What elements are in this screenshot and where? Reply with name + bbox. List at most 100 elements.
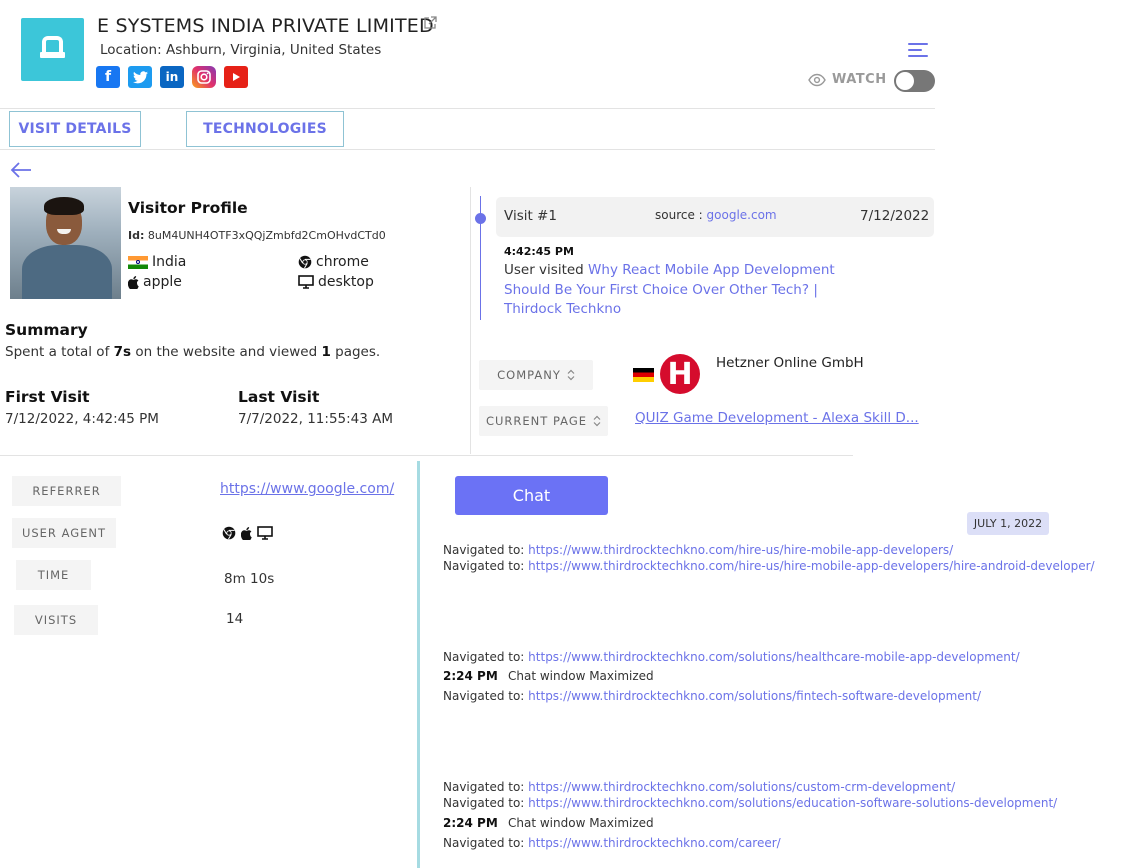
current-page-label-pill[interactable]: CURRENT PAGE xyxy=(479,406,608,436)
log-url[interactable]: https://www.thirdrocktechkno.com/career/ xyxy=(528,836,781,850)
time-label: TIME xyxy=(16,560,91,590)
visit-source: source : google.com xyxy=(655,208,777,222)
divider xyxy=(0,455,853,456)
back-arrow-icon[interactable] xyxy=(10,161,32,179)
company-label: COMPANY xyxy=(497,368,561,382)
twitter-icon[interactable] xyxy=(128,66,152,88)
summary-text-post: pages. xyxy=(330,344,381,360)
event-time: 2:24 PM xyxy=(443,816,498,830)
company-name: E SYSTEMS INDIA PRIVATE LIMITED xyxy=(97,15,434,37)
linkedin-icon[interactable]: in xyxy=(160,66,184,88)
location-label: Location: xyxy=(100,42,162,58)
visitor-id-label: Id: xyxy=(128,229,145,242)
log-entry: Navigated to: https://www.thirdrocktechk… xyxy=(443,559,1095,573)
visitor-os: apple xyxy=(128,274,182,290)
watch-toggle[interactable] xyxy=(894,70,935,92)
sort-icon xyxy=(593,415,601,427)
visit-time: 4:42:45 PM xyxy=(504,245,574,258)
log-url[interactable]: https://www.thirdrocktechkno.com/solutio… xyxy=(528,689,981,703)
divider xyxy=(0,108,935,109)
event-text: Chat window Maximized xyxy=(508,669,654,683)
location: Location: Ashburn, Virginia, United Stat… xyxy=(100,42,381,58)
summary-text: Spent a total of 7s on the website and v… xyxy=(5,344,380,360)
company-label-pill[interactable]: COMPANY xyxy=(479,360,593,390)
divider xyxy=(470,187,471,454)
location-value: Ashburn, Virginia, United States xyxy=(165,42,382,58)
current-page-link[interactable]: QUIZ Game Development - Alexa Skill D... xyxy=(635,410,919,426)
nav-label: Navigated to: xyxy=(443,650,529,664)
country-label: India xyxy=(152,254,187,270)
summary-pages: 1 xyxy=(321,344,331,360)
menu-icon[interactable] xyxy=(908,43,928,59)
chrome-icon xyxy=(298,255,312,269)
visit-description: User visited Why React Mobile App Develo… xyxy=(504,261,844,320)
toggle-knob xyxy=(896,72,914,90)
summary-text-mid: on the website and viewed xyxy=(131,344,322,360)
summary-time: 7s xyxy=(113,344,132,360)
referrer-link[interactable]: https://www.google.com/ xyxy=(220,481,394,497)
device-label: desktop xyxy=(318,274,374,290)
section-divider xyxy=(417,461,420,868)
instagram-icon[interactable] xyxy=(192,66,216,88)
youtube-icon[interactable] xyxy=(224,66,248,88)
log-url[interactable]: https://www.thirdrocktechkno.com/hire-us… xyxy=(528,543,953,557)
event-time: 2:24 PM xyxy=(443,669,498,683)
referrer-label: REFERRER xyxy=(12,476,121,506)
desktop-icon xyxy=(257,526,273,540)
nav-label: Navigated to: xyxy=(443,836,529,850)
log-entry: Navigated to: https://www.thirdrocktechk… xyxy=(443,836,781,850)
tab-visit-details[interactable]: VISIT DETAILS xyxy=(9,111,141,147)
log-url[interactable]: https://www.thirdrocktechkno.com/solutio… xyxy=(528,780,955,794)
nav-label: Navigated to: xyxy=(443,689,529,703)
apple-icon xyxy=(241,526,252,540)
log-url[interactable]: https://www.thirdrocktechkno.com/hire-us… xyxy=(528,559,1094,573)
log-url[interactable]: https://www.thirdrocktechkno.com/solutio… xyxy=(528,796,1057,810)
log-entry: Navigated to: https://www.thirdrocktechk… xyxy=(443,650,1020,664)
date-badge: JULY 1, 2022 xyxy=(967,512,1049,535)
visitor-browser: chrome xyxy=(298,254,369,270)
visitor-id: Id: 8uM4UNH4OTF3xQQjZmbfd2CmOHvdCTd0 xyxy=(128,229,386,242)
first-visit-title: First Visit xyxy=(5,388,90,406)
log-entry: Navigated to: https://www.thirdrocktechk… xyxy=(443,689,981,703)
last-visit-value: 7/7/2022, 11:55:43 AM xyxy=(238,411,394,427)
log-entry: Navigated to: https://www.thirdrocktechk… xyxy=(443,543,953,557)
facebook-icon[interactable]: f xyxy=(96,66,120,88)
chat-button[interactable]: Chat xyxy=(455,476,608,515)
apple-icon xyxy=(128,275,139,289)
log-entry: Navigated to: https://www.thirdrocktechk… xyxy=(443,796,1057,810)
tab-technologies[interactable]: TECHNOLOGIES xyxy=(186,111,344,147)
nav-label: Navigated to: xyxy=(443,559,529,573)
visitor-id-value: 8uM4UNH4OTF3xQQjZmbfd2CmOHvdCTd0 xyxy=(147,229,386,242)
first-visit-value: 7/12/2022, 4:42:45 PM xyxy=(5,411,159,427)
divider xyxy=(0,149,935,150)
browser-label: chrome xyxy=(316,254,369,270)
current-page-label: CURRENT PAGE xyxy=(485,414,588,428)
hetzner-logo: H xyxy=(660,354,700,394)
visitor-photo xyxy=(10,187,121,299)
eye-icon xyxy=(808,73,826,86)
os-label: apple xyxy=(143,274,182,290)
germany-flag-icon xyxy=(633,368,654,382)
timeline-dot xyxy=(475,213,486,224)
visitor-country: India xyxy=(128,254,186,270)
user-agent-icons xyxy=(222,526,273,540)
watch-control: WATCH xyxy=(808,72,887,87)
summary-title: Summary xyxy=(5,321,88,339)
desktop-icon xyxy=(298,275,314,289)
sort-icon xyxy=(567,369,575,381)
company-logo xyxy=(21,18,84,81)
external-link-icon[interactable] xyxy=(423,16,437,30)
log-url[interactable]: https://www.thirdrocktechkno.com/solutio… xyxy=(528,650,1019,664)
visitor-profile-title: Visitor Profile xyxy=(128,199,248,217)
visits-value: 14 xyxy=(226,611,244,627)
visits-label: VISITS xyxy=(14,605,98,635)
visit-date: 7/12/2022 xyxy=(860,208,930,224)
visit-desc-prefix: User visited xyxy=(504,262,589,278)
summary-text-pre: Spent a total of xyxy=(5,344,114,360)
nav-label: Navigated to: xyxy=(443,543,529,557)
time-value: 8m 10s xyxy=(224,571,275,587)
last-visit-title: Last Visit xyxy=(238,388,320,406)
visit-source-link[interactable]: google.com xyxy=(707,208,777,222)
visit-number: Visit #1 xyxy=(504,208,557,224)
nav-label: Navigated to: xyxy=(443,796,529,810)
